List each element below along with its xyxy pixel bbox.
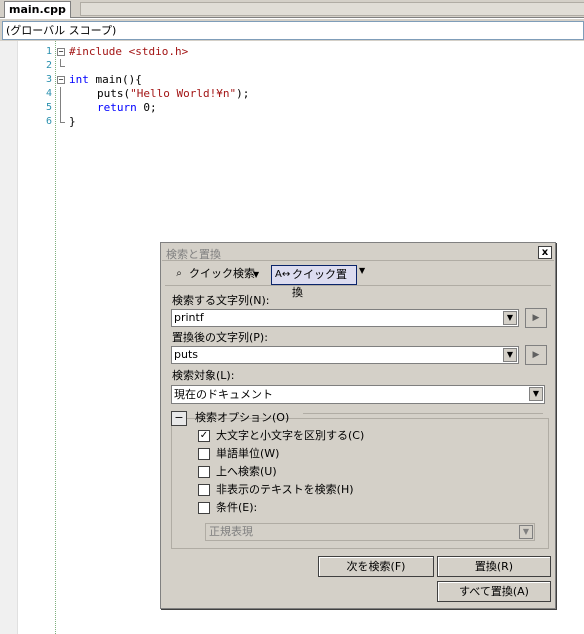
code-rest: main(){ [88,73,142,86]
line-number: 2 [45,60,52,71]
binoculars-icon: ⌕ [176,268,182,279]
code-rest: 0; [136,101,157,114]
fold-end-marker [60,115,65,123]
chevron-down-icon[interactable]: ▼ [503,311,517,325]
document-tab-strip: main.cpp [0,0,584,18]
search-up-label: 上へ検索(U) [216,465,277,478]
match-whole-word-checkbox[interactable]: 単語単位(W) [198,447,279,463]
code-end: ); [236,87,250,100]
code-line[interactable]: 4 puts("Hello World!¥n"); [0,87,584,101]
line-text: } [69,115,76,128]
chevron-down-icon[interactable]: ▼ [529,387,543,401]
search-hidden-text-checkbox[interactable]: 非表示のテキストを検索(H) [198,483,354,499]
line-text: return 0; [97,101,157,115]
line-number: 3 [45,74,52,85]
close-button[interactable]: x [538,246,552,259]
dialog-title: 検索と置換 [166,248,221,261]
code-line[interactable]: 1 − #include <stdio.h> [0,45,584,59]
line-text: #include <stdio.h> [69,45,189,58]
options-title: 検索オプション(O) [195,411,290,424]
selection-margin[interactable] [0,41,18,634]
code-line[interactable]: 6 } [0,115,584,129]
use-expression-checkbox[interactable]: 条件(E): [198,501,257,517]
match-case-checkbox[interactable]: ✓ 大文字と小文字を区別する(C) [198,429,364,445]
replace-builder-button[interactable]: ▶ [525,345,547,365]
match-case-label: 大文字と小文字を区別する(C) [216,429,365,442]
scope-dropdown[interactable]: (グローバル スコープ) [2,21,584,40]
hidden-text-label: 非表示のテキストを検索(H) [216,483,354,496]
quick-replace-button[interactable]: A↔ クイック置換 [271,265,357,299]
scope-bar: (グローバル スコープ) [0,19,584,41]
quick-find-button[interactable]: ⌕ クイック検索 ▼ [169,265,261,285]
find-what-value: printf [174,311,204,324]
look-in-label: 検索対象(L): [172,369,235,382]
line-text: int main(){ [69,73,142,87]
replace-all-button[interactable]: すべて置換(A) [437,581,551,602]
chevron-down-icon[interactable]: ▼ [503,348,517,362]
line-number: 5 [45,102,52,113]
string-literal: "Hello World!¥n" [130,87,237,100]
line-text: puts("Hello World!¥n"); [97,87,249,101]
checkbox-icon [198,466,210,478]
expression-type-dropdown: 正規表現 ▼ [205,523,535,541]
expression-builder-button[interactable]: ▶ [525,308,547,328]
keyword: int [69,73,89,86]
replace-icon: A↔ [275,269,291,280]
quick-find-label: クイック検索 [189,267,255,280]
quick-replace-label: クイック置換 [292,268,347,299]
find-what-label: 検索する文字列(N): [172,294,270,307]
fold-guide [60,101,61,115]
line-number: 4 [45,88,52,99]
code-line[interactable]: 2 [0,59,584,73]
outline-guide [55,41,56,634]
chevron-down-icon[interactable]: ▼ [253,266,259,284]
find-next-button[interactable]: 次を検索(F) [318,556,434,577]
code-fn: puts( [97,87,131,100]
look-in-value: 現在のドキュメント [174,388,273,401]
search-up-checkbox[interactable]: 上へ検索(U) [198,465,277,481]
tab-main-cpp[interactable]: main.cpp [4,1,71,18]
checkmark-icon: ✓ [198,430,210,442]
dialog-titlebar[interactable]: 検索と置換 x [162,244,554,261]
checkbox-icon [198,502,210,514]
expression-type-value: 正規表現 [209,525,253,538]
options-separator [303,413,543,414]
fold-toggle-icon[interactable]: − [57,76,65,84]
replace-with-label: 置換後の文字列(P): [172,331,268,344]
code-line[interactable]: 3 − int main(){ [0,73,584,87]
collapse-icon[interactable]: − [171,411,187,426]
code-line[interactable]: 5 return 0; [0,101,584,115]
replace-with-value: puts [174,348,198,361]
checkbox-icon [198,448,210,460]
replace-with-input[interactable]: puts ▼ [171,346,519,364]
line-number: 1 [45,46,52,57]
chevron-down-icon[interactable]: ▼ [359,266,365,275]
find-replace-dialog: 検索と置換 x ⌕ クイック検索 ▼ A↔ クイック置換 ▼ 検索する文字列(N… [160,242,556,609]
tab-strip-empty [80,2,584,16]
replace-button[interactable]: 置換(R) [437,556,551,577]
find-what-input[interactable]: printf ▼ [171,309,519,327]
fold-guide [60,87,61,101]
chevron-down-icon: ▼ [519,525,533,539]
dialog-toolbar: ⌕ クイック検索 ▼ A↔ クイック置換 ▼ [165,264,551,299]
line-number: 6 [45,116,52,127]
use-expression-label: 条件(E): [216,501,258,514]
fold-toggle-icon[interactable]: − [57,48,65,56]
look-in-dropdown[interactable]: 現在のドキュメント ▼ [171,385,545,404]
keyword: return [97,101,137,114]
whole-word-label: 単語単位(W) [216,447,280,460]
fold-end-marker [60,59,65,67]
checkbox-icon [198,484,210,496]
